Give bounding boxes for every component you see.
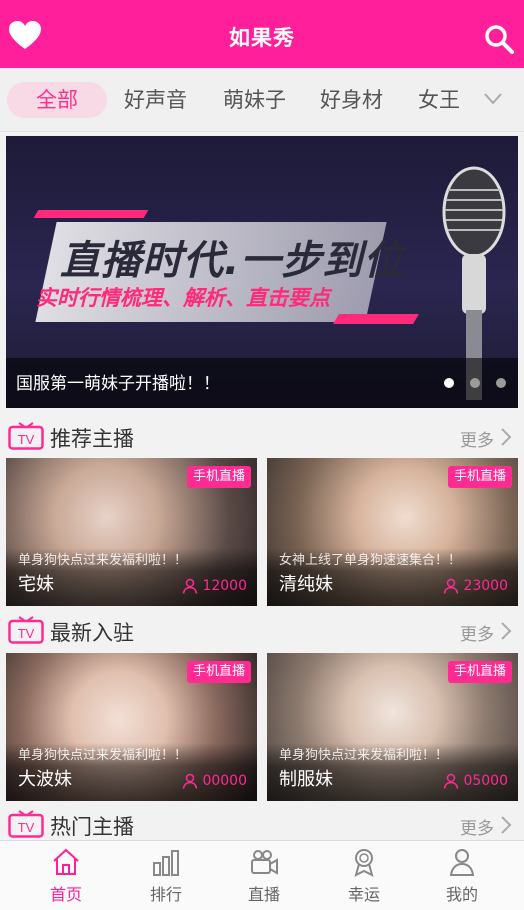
tv-icon: TV bbox=[8, 422, 44, 450]
tab-good-figure[interactable]: 好身材 bbox=[320, 82, 383, 118]
card-subtitle: 单身狗快点过来发福利啦！！ bbox=[279, 748, 449, 763]
card-subtitle: 女神上线了单身狗速速集合！！ bbox=[279, 553, 462, 568]
streamer-card[interactable]: 手机直播 单身狗快点过来发福利啦！！ 大波妹 00000 bbox=[6, 653, 257, 801]
streamer-name: 清纯妹 bbox=[279, 574, 333, 595]
bottom-nav: 首页 排行 直播 幸运 我的 bbox=[0, 840, 524, 910]
chevron-right-icon[interactable] bbox=[500, 428, 512, 446]
nav-ranking[interactable]: 排行 bbox=[126, 847, 206, 905]
viewer-count: 23000 bbox=[443, 578, 508, 594]
card-subtitle: 单身狗快点过来发福利啦！！ bbox=[18, 748, 188, 763]
section-header-newest: TV 最新入驻 更多 bbox=[0, 608, 524, 652]
live-badge: 手机直播 bbox=[186, 466, 251, 488]
carousel-dot[interactable] bbox=[470, 378, 480, 388]
nav-mine[interactable]: 我的 bbox=[422, 847, 502, 905]
more-link[interactable]: 更多 bbox=[460, 620, 494, 645]
tv-icon: TV bbox=[8, 616, 44, 644]
viewer-count-value: 23000 bbox=[463, 578, 508, 594]
more-link[interactable]: 更多 bbox=[460, 426, 494, 451]
tab-queen[interactable]: 女王 bbox=[418, 82, 460, 118]
viewer-count: 05000 bbox=[443, 773, 508, 789]
section-title: 热门主播 bbox=[50, 815, 134, 839]
live-badge: 手机直播 bbox=[447, 466, 512, 488]
page-title: 如果秀 bbox=[229, 26, 295, 50]
nav-label: 幸运 bbox=[347, 885, 380, 904]
streamer-card[interactable]: 手机直播 女神上线了单身狗速速集合！！ 清纯妹 23000 bbox=[267, 458, 518, 606]
nav-label: 首页 bbox=[49, 885, 82, 904]
tv-icon: TV bbox=[8, 810, 44, 838]
person-icon bbox=[444, 578, 459, 594]
section-title: 最新入驻 bbox=[50, 621, 134, 645]
tab-cute-girl[interactable]: 萌妹子 bbox=[223, 82, 286, 118]
svg-text:TV: TV bbox=[18, 820, 35, 835]
person-icon bbox=[183, 773, 198, 789]
banner-carousel[interactable]: 直播时代.一步到位 实时行情梳理、解析、直击要点 国服第一萌妹子开播啦！！ bbox=[6, 136, 518, 408]
banner-headline: 直播时代.一步到位 bbox=[60, 238, 405, 284]
viewer-count-value: 00000 bbox=[202, 773, 247, 789]
search-icon[interactable] bbox=[484, 24, 514, 54]
chevron-right-icon[interactable] bbox=[500, 816, 512, 834]
chevron-right-icon[interactable] bbox=[500, 622, 512, 640]
carousel-dot[interactable] bbox=[444, 378, 454, 388]
svg-text:TV: TV bbox=[18, 626, 35, 641]
viewer-count-value: 12000 bbox=[202, 578, 247, 594]
streamer-card[interactable]: 手机直播 单身狗快点过来发福利啦！！ 制服妹 05000 bbox=[267, 653, 518, 801]
live-badge: 手机直播 bbox=[447, 661, 512, 683]
nav-live[interactable]: 直播 bbox=[224, 847, 304, 905]
chevron-down-icon[interactable] bbox=[484, 93, 502, 105]
live-badge: 手机直播 bbox=[186, 661, 251, 683]
video-camera-icon bbox=[251, 850, 278, 875]
nav-label: 直播 bbox=[247, 885, 280, 904]
category-tabs: 全部 好声音 萌妹子 好身材 女王 bbox=[0, 68, 524, 132]
section-title: 推荐主播 bbox=[50, 427, 134, 451]
medal-icon bbox=[354, 849, 374, 877]
carousel-dots bbox=[444, 378, 506, 388]
more-link[interactable]: 更多 bbox=[460, 814, 494, 839]
svg-text:TV: TV bbox=[18, 432, 35, 447]
person-icon bbox=[183, 578, 198, 594]
app-root: 如果秀 全部 好声音 萌妹子 好身材 女王 直播时代.一步到位 实时行情梳理、解… bbox=[0, 0, 524, 910]
banner-caption: 国服第一萌妹子开播啦！！ bbox=[16, 374, 220, 394]
nav-label: 我的 bbox=[445, 885, 478, 904]
section-header-recommended: TV 推荐主播 更多 bbox=[0, 414, 524, 458]
tab-all[interactable]: 全部 bbox=[7, 82, 107, 118]
card-subtitle: 单身狗快点过来发福利啦！！ bbox=[18, 553, 188, 568]
nav-label: 排行 bbox=[149, 885, 182, 904]
viewer-count-value: 05000 bbox=[463, 773, 508, 789]
streamer-name: 大波妹 bbox=[18, 769, 72, 790]
streamer-card[interactable]: 手机直播 单身狗快点过来发福利啦！！ 宅妹 12000 bbox=[6, 458, 257, 606]
viewer-count: 00000 bbox=[182, 773, 247, 789]
streamer-name: 制服妹 bbox=[279, 769, 333, 790]
person-icon bbox=[449, 849, 475, 876]
banner-accent bbox=[333, 314, 419, 324]
banner-accent bbox=[33, 210, 149, 218]
banner-subheadline: 实时行情梳理、解析、直击要点 bbox=[36, 286, 330, 310]
nav-lucky[interactable]: 幸运 bbox=[324, 847, 404, 905]
tab-good-voice[interactable]: 好声音 bbox=[124, 82, 187, 118]
carousel-dot[interactable] bbox=[496, 378, 506, 388]
streamer-name: 宅妹 bbox=[18, 574, 54, 595]
home-icon bbox=[53, 848, 79, 875]
bar-chart-icon bbox=[153, 850, 179, 876]
viewer-count: 12000 bbox=[182, 578, 247, 594]
top-bar: 如果秀 bbox=[0, 0, 524, 68]
person-icon bbox=[444, 773, 459, 789]
nav-home[interactable]: 首页 bbox=[26, 847, 106, 905]
